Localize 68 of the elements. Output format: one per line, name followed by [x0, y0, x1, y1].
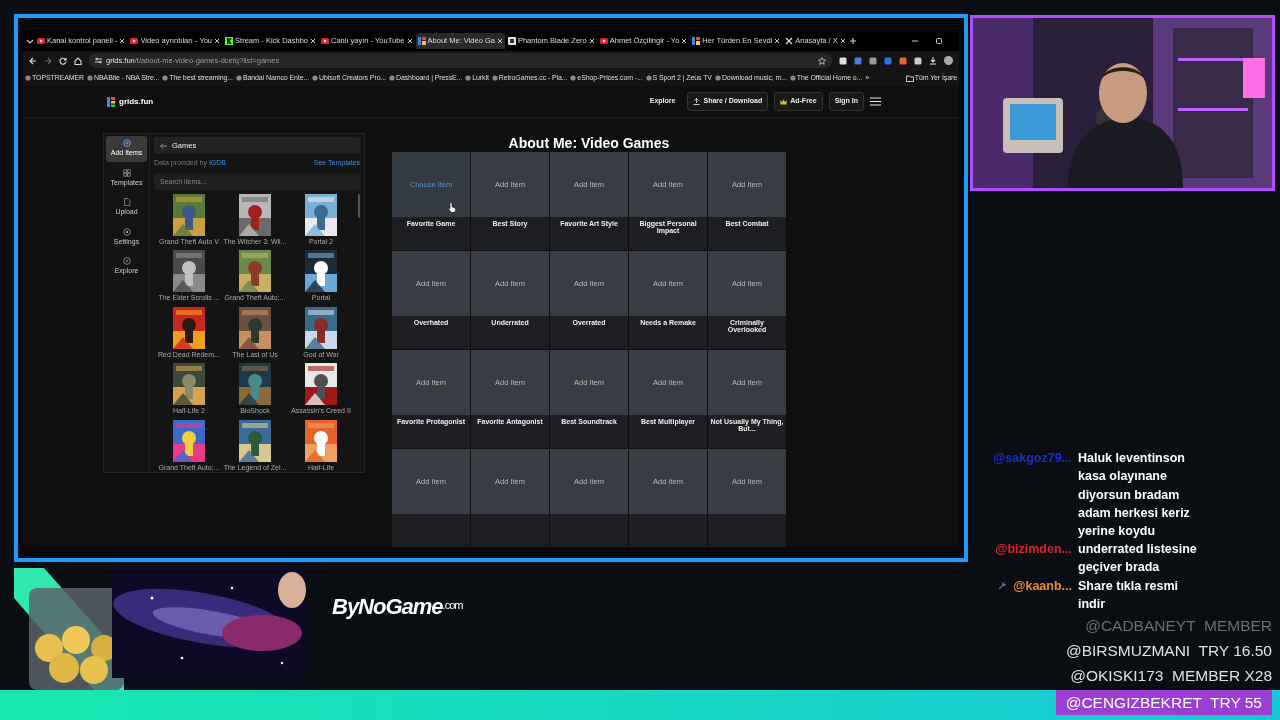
store-favicon-icon: [507, 37, 516, 45]
chat-username: @kaanb...: [1013, 577, 1072, 595]
back-icon[interactable]: [29, 56, 37, 65]
bookmark-favicon-icon: [87, 75, 94, 81]
bookmark-favicon-icon: [312, 75, 318, 81]
compass-icon: [122, 257, 131, 265]
bookmark-favicon-icon: [645, 75, 652, 81]
forward-icon[interactable]: [44, 56, 52, 65]
bookmark-favicon-icon: [789, 75, 796, 81]
grid-favicon-icon: [692, 37, 701, 45]
alert-text: @BIRSMUZMANI TRY 16.50: [1064, 641, 1272, 661]
alert-banner: @CENGIZBEKRET TRY 55: [1055, 690, 1272, 715]
close-icon[interactable]: [774, 38, 781, 44]
download-icon[interactable]: [929, 56, 937, 65]
close-icon[interactable]: [496, 38, 503, 44]
alert-text: @OKISKI173 MEMBER X28: [1069, 666, 1272, 686]
settings-icon: [122, 227, 131, 236]
video-favicon-icon: [321, 37, 329, 45]
bookmark-favicon-icon: [25, 75, 31, 81]
bookmark-favicon-icon: [465, 75, 472, 81]
back-arrow-icon: [160, 142, 167, 149]
video-favicon-icon: [37, 37, 45, 45]
site-logo-icon: [107, 96, 115, 107]
bookmark-favicon-icon: [235, 75, 242, 81]
close-icon[interactable]: [839, 38, 846, 44]
hand-cursor-icon: [448, 202, 457, 213]
tab-list-icon[interactable]: [26, 37, 34, 45]
add-icon: [122, 139, 131, 147]
grid-icon: [122, 168, 131, 177]
bookmark-favicon-icon: [491, 75, 498, 81]
bookmark-favicon-icon: [714, 75, 721, 81]
close-icon[interactable]: [310, 38, 316, 44]
chat-username: @bizimden...: [995, 541, 1072, 559]
video-favicon-icon: [130, 37, 139, 45]
crown-icon: [780, 98, 788, 105]
brand-logo: ByNoGame$^{.com}$: [332, 593, 463, 621]
minimize-icon[interactable]: [911, 37, 919, 45]
close-icon[interactable]: [406, 38, 413, 44]
video-favicon-icon: [599, 37, 608, 45]
close-icon[interactable]: [214, 38, 221, 44]
chat-message: Share tıkla resmi indir: [1078, 577, 1180, 613]
chat-message: underrated listesine geçiver brada: [1078, 541, 1198, 577]
grid-title: About Me: Video Games: [508, 135, 670, 152]
restore-icon[interactable]: [935, 37, 943, 45]
scrollbar-thumb-icon[interactable]: [358, 193, 360, 218]
grid-favicon-icon: [417, 37, 426, 45]
wrench-icon: [998, 580, 1008, 590]
close-icon[interactable]: [119, 38, 126, 44]
folder-icon: [905, 74, 914, 82]
reload-icon[interactable]: [59, 56, 67, 65]
bookmark-favicon-icon: [162, 75, 169, 81]
social-favicon-icon: [785, 37, 794, 45]
upload-icon: [693, 98, 701, 105]
alert-text: @CADBANEYT MEMBER: [1084, 616, 1272, 636]
new-tab-icon[interactable]: [848, 37, 857, 45]
stream-favicon-icon: [225, 37, 234, 45]
bookmark-favicon-icon: [388, 75, 395, 81]
menu-icon[interactable]: [870, 97, 881, 106]
chat-username: @sakgoz79...: [993, 450, 1072, 468]
bookmark-star-icon[interactable]: [818, 56, 826, 65]
profile-avatar-icon[interactable]: [944, 56, 953, 65]
site-logo[interactable]: grids.fun: [119, 95, 154, 108]
site-settings-icon[interactable]: [95, 57, 102, 64]
file-icon: [122, 198, 131, 206]
close-icon[interactable]: [588, 38, 595, 44]
home-icon[interactable]: [74, 56, 82, 65]
bookmark-favicon-icon: [570, 75, 577, 81]
close-icon[interactable]: [681, 38, 688, 44]
